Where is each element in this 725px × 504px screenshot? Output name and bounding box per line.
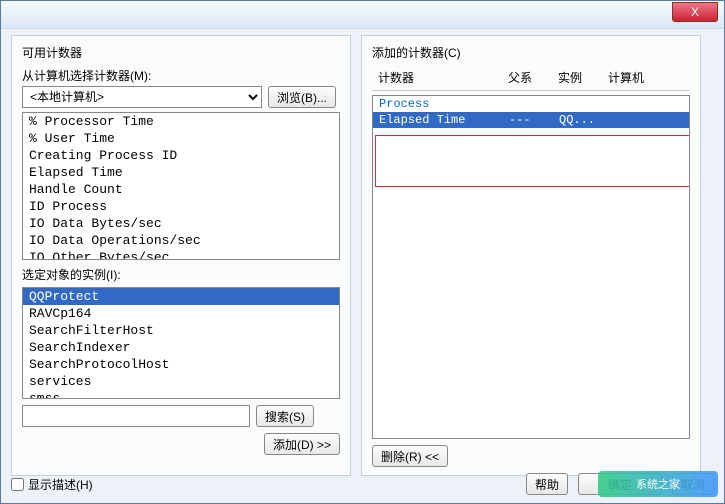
watermark-logo: 系统之家 [598,471,718,497]
list-item[interactable]: ID Process [23,198,339,215]
computer-select[interactable]: <本地计算机> [22,86,262,108]
list-item[interactable]: QQProtect [23,288,339,305]
list-item[interactable]: IO Data Operations/sec [23,232,339,249]
help-button[interactable]: 帮助 [526,473,568,495]
show-description-input[interactable] [11,478,24,491]
browse-button[interactable]: 浏览(B)... [268,86,336,108]
close-button[interactable]: X [672,2,718,22]
list-item[interactable]: % User Time [23,130,339,147]
available-heading: 可用计数器 [22,44,340,61]
show-description-checkbox[interactable]: 显示描述(H) [11,476,93,493]
counters-list[interactable]: % Processor Time% User TimeCreating Proc… [22,112,340,260]
search-input[interactable] [22,405,250,427]
list-item[interactable]: SearchProtocolHost [23,356,339,373]
add-button[interactable]: 添加(D) >> [264,433,340,455]
tree-row-selected[interactable]: Elapsed Time --- QQ... [373,112,689,128]
added-list[interactable]: Process Elapsed Time --- QQ... [372,95,690,439]
col-counter[interactable]: 计数器 [372,69,502,86]
list-item[interactable]: % Processor Time [23,113,339,130]
show-description-label: 显示描述(H) [28,476,93,493]
computer-label: 从计算机选择计数器(M): [22,67,340,84]
list-item[interactable]: Creating Process ID [23,147,339,164]
added-heading: 添加的计数器(C) [372,44,690,61]
col-instance[interactable]: 实例 [552,69,602,86]
highlight-box [375,135,690,187]
cell-counter: Elapsed Time [379,113,509,127]
tree-group[interactable]: Process [373,96,689,112]
instances-list[interactable]: QQProtectRAVCp164SearchFilterHostSearchI… [22,287,340,399]
columns-header: 计数器 父系 实例 计算机 [372,65,690,91]
cell-instance: QQ... [559,113,609,127]
remove-button[interactable]: 删除(R) << [372,445,448,467]
list-item[interactable]: SearchFilterHost [23,322,339,339]
list-item[interactable]: Handle Count [23,181,339,198]
list-item[interactable]: Elapsed Time [23,164,339,181]
list-item[interactable]: SearchIndexer [23,339,339,356]
list-item[interactable]: IO Data Bytes/sec [23,215,339,232]
list-item[interactable]: RAVCp164 [23,305,339,322]
cell-parent: --- [509,113,559,127]
instances-label: 选定对象的实例(I): [22,266,340,283]
list-item[interactable]: services [23,373,339,390]
list-item[interactable]: smss [23,390,339,399]
added-counters-panel: 添加的计数器(C) 计数器 父系 实例 计算机 Process Elapsed … [361,35,701,476]
search-button[interactable]: 搜索(S) [256,405,314,427]
col-parent[interactable]: 父系 [502,69,552,86]
available-counters-panel: 可用计数器 从计算机选择计数器(M): <本地计算机> 浏览(B)... % P… [11,35,351,476]
titlebar: X [1,1,724,29]
col-computer[interactable]: 计算机 [602,69,662,86]
list-item[interactable]: IO Other Bytes/sec [23,249,339,260]
